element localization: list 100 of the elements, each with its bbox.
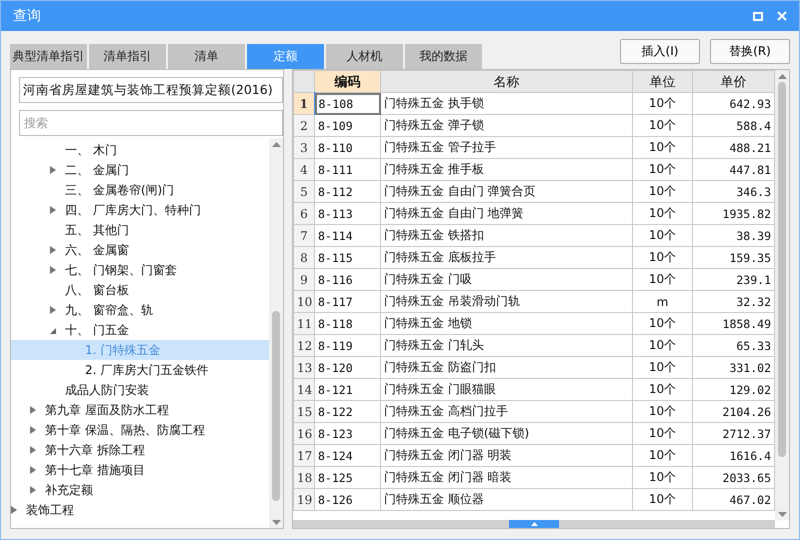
tree-item[interactable]: 五、 其他门 <box>65 222 129 238</box>
column-header[interactable]: 单价 <box>692 70 774 92</box>
scrollbar-thumb[interactable] <box>778 82 786 457</box>
table-cell: 159.35 <box>692 246 774 268</box>
table-cell: 10个 <box>632 202 692 224</box>
expand-arrow-icon[interactable] <box>50 166 56 174</box>
table-cell: 8-119 <box>314 334 380 356</box>
splitter-handle[interactable] <box>509 520 559 528</box>
table-cell: 门特殊五金 自由门 地弹簧 <box>380 202 632 224</box>
expand-arrow-icon[interactable] <box>30 446 36 454</box>
expand-arrow-icon[interactable] <box>11 506 17 514</box>
tree-item[interactable]: 2. 厂库房大门五金铁件 <box>85 362 208 378</box>
expand-arrow-icon[interactable] <box>50 206 56 214</box>
table-cell: 8-122 <box>314 400 380 422</box>
up-caret-icon <box>530 522 538 526</box>
table-cell: 8-126 <box>314 488 380 510</box>
column-header[interactable]: 编码 <box>314 70 380 92</box>
window-title: 查询 <box>13 7 42 25</box>
table-cell: 38.39 <box>692 224 774 246</box>
tab[interactable]: 人材机 <box>326 44 403 69</box>
action-button[interactable]: 替换(R) <box>710 38 790 64</box>
tree-item[interactable]: 成品人防门安装 <box>65 382 149 398</box>
tree-item[interactable]: 三、 金属卷帘(闸)门 <box>65 182 174 198</box>
tree-item[interactable]: 第十章 保温、隔热、防腐工程 <box>45 422 205 438</box>
tree-item[interactable]: 六、 金属窗 <box>65 242 129 258</box>
expand-arrow-icon[interactable] <box>30 426 36 434</box>
table-cell: 门特殊五金 电子锁(磁下锁) <box>380 422 632 444</box>
tab[interactable]: 清单 <box>168 44 245 69</box>
row-number: 6 <box>294 202 314 224</box>
table-cell: 门特殊五金 门轧头 <box>380 334 632 356</box>
table-cell: 2033.65 <box>692 466 774 488</box>
table-cell: 8-116 <box>314 268 380 290</box>
tab[interactable]: 清单指引 <box>89 44 166 69</box>
table-cell: 10个 <box>632 466 692 488</box>
table-cell: 239.1 <box>692 268 774 290</box>
row-number: 3 <box>294 136 314 158</box>
table-cell: 8-124 <box>314 444 380 466</box>
tree-item[interactable]: 第十六章 拆除工程 <box>45 442 145 458</box>
tree-item[interactable]: 九、 窗帘盒、轨 <box>65 302 153 318</box>
action-button[interactable]: 插入(I) <box>620 38 700 64</box>
row-number: 4 <box>294 158 314 180</box>
scrollbar-thumb[interactable] <box>272 311 280 502</box>
row-number: 2 <box>294 114 314 136</box>
table-cell: 8-112 <box>314 180 380 202</box>
table-cell: 10个 <box>632 158 692 180</box>
table-cell: 467.02 <box>692 488 774 510</box>
maximize-icon[interactable] <box>753 12 763 20</box>
column-header[interactable]: 名称 <box>380 70 632 92</box>
row-number: 13 <box>294 356 314 378</box>
table-cell: 2712.37 <box>692 422 774 444</box>
row-number: 18 <box>294 466 314 488</box>
tree-item[interactable]: 七、 门钢架、门窗套 <box>65 262 177 278</box>
table-cell: 65.33 <box>692 334 774 356</box>
table-cell: 10个 <box>632 180 692 202</box>
table-cell: 门特殊五金 地锁 <box>380 312 632 334</box>
tree-item[interactable]: 装饰工程 <box>26 502 74 518</box>
scroll-up-icon[interactable] <box>778 74 786 78</box>
table-cell: 8-125 <box>314 466 380 488</box>
table-cell: 10个 <box>632 422 692 444</box>
table-cell: 8-114 <box>314 224 380 246</box>
table-cell: 10个 <box>632 268 692 290</box>
expand-arrow-icon[interactable] <box>50 266 56 274</box>
table-cell: 8-108 <box>314 92 380 114</box>
column-header[interactable]: 单位 <box>632 70 692 92</box>
expand-arrow-icon[interactable] <box>50 246 56 254</box>
row-number: 7 <box>294 224 314 246</box>
expand-arrow-icon[interactable] <box>50 306 56 314</box>
scroll-down-icon[interactable] <box>272 520 280 524</box>
table-cell: 门特殊五金 闭门器 明装 <box>380 444 632 466</box>
table-cell: 8-120 <box>314 356 380 378</box>
row-number: 15 <box>294 400 314 422</box>
collapse-arrow-icon[interactable] <box>50 326 56 334</box>
table-cell: 门特殊五金 推手板 <box>380 158 632 180</box>
tree-item[interactable]: 十、 门五金 <box>65 322 129 338</box>
table-cell: 642.93 <box>692 92 774 114</box>
tree-item[interactable]: 补充定额 <box>45 482 93 498</box>
table-cell: 8-115 <box>314 246 380 268</box>
row-number: 14 <box>294 378 314 400</box>
library-dropdown[interactable]: 河南省房屋建筑与装饰工程预算定额(2016) <box>19 77 283 103</box>
table-cell: 1935.82 <box>692 202 774 224</box>
tree-item[interactable]: 二、 金属门 <box>65 162 129 178</box>
tab[interactable]: 典型清单指引 <box>10 44 87 69</box>
table-cell: 8-111 <box>314 158 380 180</box>
tree-item[interactable]: 八、 窗台板 <box>65 282 129 298</box>
close-icon[interactable] <box>777 11 787 21</box>
scroll-down-icon[interactable] <box>778 512 786 516</box>
scroll-up-icon[interactable] <box>272 142 280 146</box>
table-cell: 门特殊五金 执手锁 <box>380 92 632 114</box>
expand-arrow-icon[interactable] <box>30 486 36 494</box>
row-number: 10 <box>294 290 314 312</box>
tree-item[interactable]: 一、 木门 <box>65 142 117 158</box>
expand-arrow-icon[interactable] <box>30 466 36 474</box>
tree-item[interactable]: 第九章 屋面及防水工程 <box>45 402 169 418</box>
table-cell: 门特殊五金 高档门拉手 <box>380 400 632 422</box>
tree-item[interactable]: 第十七章 措施项目 <box>45 462 145 478</box>
search-field[interactable]: 搜索 <box>19 110 283 136</box>
table-cell: 门特殊五金 门眼猫眼 <box>380 378 632 400</box>
expand-arrow-icon[interactable] <box>30 406 36 414</box>
tab[interactable]: 我的数据 <box>405 44 482 69</box>
tree-item[interactable]: 四、 厂库房大门、特种门 <box>65 202 201 218</box>
